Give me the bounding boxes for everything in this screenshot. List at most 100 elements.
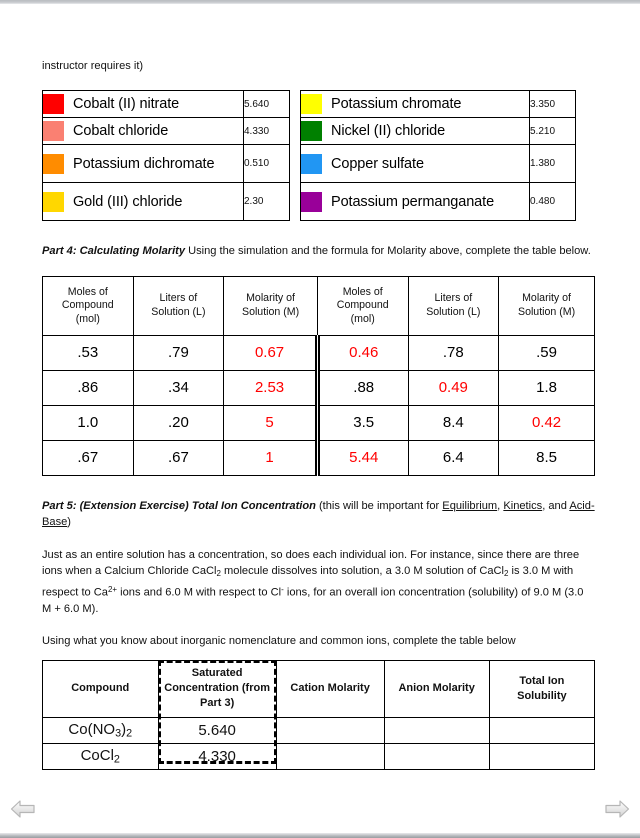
left-arrow-icon xyxy=(10,800,35,818)
molarity-cell-answer[interactable]: 0.46 xyxy=(314,334,409,371)
previous-page-button[interactable] xyxy=(10,797,36,821)
ion-total-cell[interactable] xyxy=(489,717,595,744)
molarity-table: Moles of Compound (mol) Liters of Soluti… xyxy=(42,275,595,476)
molarity-col-header: Liters of Solution (L) xyxy=(132,275,225,336)
header-line: Solution (L) xyxy=(151,305,206,318)
ion-compound-cell: Co(NO3)2 xyxy=(42,717,159,744)
legend-value-cell: 5.640 xyxy=(243,90,290,119)
header-line: Part 3) xyxy=(200,697,235,710)
header-line: Concentration (from xyxy=(164,682,270,695)
color-swatch-icon xyxy=(301,121,322,142)
legend-row: Cobalt chloride 4.330 xyxy=(42,117,290,146)
header-line: Liters of xyxy=(434,292,473,305)
formula-sub: 2 xyxy=(126,727,133,740)
molarity-cell-answer[interactable]: 5.44 xyxy=(314,439,409,476)
molarity-cell-answer[interactable]: 0.67 xyxy=(223,334,318,371)
molarity-cell[interactable]: .79 xyxy=(132,334,225,371)
compound-legend-table: Cobalt (II) nitrate 5.640 Cobalt chlorid… xyxy=(42,90,595,222)
part5-heading-tail-1: (this will be important for xyxy=(315,499,443,512)
color-swatch-icon xyxy=(43,153,64,174)
molarity-col-header: Molarity of Solution (M) xyxy=(223,275,318,336)
header-line: Cation Molarity xyxy=(290,682,370,695)
molarity-cell[interactable]: .34 xyxy=(132,369,225,406)
link-equilibrium[interactable]: Equilibrium xyxy=(442,500,497,512)
part5-heading-line: Part 5: (Extension Exercise) Total Ion C… xyxy=(42,498,595,531)
compound-name: Cobalt chloride xyxy=(73,123,169,140)
carryover-text: instructor requires it) xyxy=(42,60,144,72)
next-page-button[interactable] xyxy=(604,797,630,821)
molarity-cell[interactable]: .78 xyxy=(407,334,500,371)
molarity-cell[interactable]: 1.0 xyxy=(42,404,134,441)
molarity-col-header: Moles of Compound (mol) xyxy=(42,275,134,336)
ion-header-row: Compound Saturated Concentration (from P… xyxy=(42,659,595,718)
compound-name: Gold (III) chloride xyxy=(73,193,183,210)
formula-sub: 2 xyxy=(113,753,120,766)
color-swatch-icon xyxy=(301,191,322,212)
molarity-cell[interactable]: .88 xyxy=(314,369,409,406)
ion-col-header-anion: Anion Molarity xyxy=(384,659,490,718)
molarity-cell[interactable]: 8.5 xyxy=(498,439,595,476)
ion-compound-cell: CoCl2 xyxy=(42,743,159,770)
ion-col-header-cation: Cation Molarity xyxy=(276,659,385,718)
part5-paragraph-2: Using what you know about inorganic nome… xyxy=(42,635,516,648)
ion-cation-cell[interactable] xyxy=(276,717,385,744)
ion-cation-cell[interactable] xyxy=(276,743,385,770)
molarity-cell[interactable]: 6.4 xyxy=(407,439,500,476)
table-row: .67 .67 1 5.44 6.4 8.5 xyxy=(42,439,595,476)
header-line: Total Ion xyxy=(519,674,565,687)
ion-saturated-cell[interactable]: 5.640 xyxy=(158,717,277,744)
legend-name-cell: Potassium dichromate xyxy=(42,144,244,184)
molarity-cell[interactable]: 1.8 xyxy=(498,369,595,406)
header-line: Moles of xyxy=(342,285,383,298)
molarity-cell[interactable]: .67 xyxy=(42,439,134,476)
right-arrow-icon xyxy=(605,800,630,818)
ion-col-header-saturated: Saturated Concentration (from Part 3) xyxy=(158,659,277,718)
header-line: (mol) xyxy=(350,312,375,325)
legend-value-cell: 2.30 xyxy=(243,182,290,222)
ion-saturated-cell[interactable]: 4.330 xyxy=(158,743,277,770)
molarity-cell[interactable]: 3.5 xyxy=(314,404,409,441)
ion-concentration-table: Compound Saturated Concentration (from P… xyxy=(42,659,595,770)
legend-value-cell: 0.510 xyxy=(243,144,290,184)
header-line: Solubility xyxy=(517,689,567,702)
molarity-cell-answer[interactable]: 5 xyxy=(223,404,318,441)
compound-name: Cobalt (II) nitrate xyxy=(73,96,180,113)
part5-heading-tail-2: ) xyxy=(67,516,71,529)
legend-row: Potassium permanganate 0.480 xyxy=(300,182,576,222)
molarity-cell[interactable]: 8.4 xyxy=(407,404,500,441)
molarity-cell-answer[interactable]: 2.53 xyxy=(223,369,318,406)
part4-intro: Part 4: Calculating Molarity Using the s… xyxy=(42,243,595,259)
legend-name-cell: Nickel (II) chloride xyxy=(300,117,530,146)
molarity-cell[interactable]: .86 xyxy=(42,369,134,406)
table-row: 1.0 .20 5 3.5 8.4 0.42 xyxy=(42,404,595,441)
molarity-col-header: Moles of Compound (mol) xyxy=(316,275,409,336)
molarity-cell[interactable]: .20 xyxy=(132,404,225,441)
molarity-header-row: Moles of Compound (mol) Liters of Soluti… xyxy=(42,275,595,336)
color-swatch-icon xyxy=(301,153,322,174)
header-line: (mol) xyxy=(75,312,100,325)
molarity-cell-answer[interactable]: 0.42 xyxy=(498,404,595,441)
legend-value-cell: 3.350 xyxy=(529,90,576,119)
color-swatch-icon xyxy=(43,94,64,115)
table-row: CoCl2 4.330 xyxy=(42,743,595,770)
molarity-cell[interactable]: .67 xyxy=(132,439,225,476)
p1-sup-1: 2+ xyxy=(107,585,118,595)
header-line: Solution (M) xyxy=(518,305,576,318)
legend-row: Potassium dichromate 0.510 xyxy=(42,144,290,184)
molarity-cell-answer[interactable]: 0.49 xyxy=(407,369,500,406)
molarity-cell[interactable]: .53 xyxy=(42,334,134,371)
link-kinetics[interactable]: Kinetics xyxy=(503,500,542,512)
ion-anion-cell[interactable] xyxy=(384,717,490,744)
compound-name: Potassium permanganate xyxy=(331,193,495,210)
header-line: Compound xyxy=(71,682,130,695)
legend-name-cell: Potassium chromate xyxy=(300,90,530,119)
legend-value-cell: 4.330 xyxy=(243,117,290,146)
molarity-cell-answer[interactable]: 1 xyxy=(223,439,318,476)
legend-table-left: Cobalt (II) nitrate 5.640 Cobalt chlorid… xyxy=(42,90,290,222)
legend-value-cell: 5.210 xyxy=(529,117,576,146)
compound-name: Nickel (II) chloride xyxy=(331,123,446,140)
ion-total-cell[interactable] xyxy=(489,743,595,770)
ion-anion-cell[interactable] xyxy=(384,743,490,770)
molarity-cell[interactable]: .59 xyxy=(498,334,595,371)
compound-name: Potassium chromate xyxy=(331,96,462,113)
